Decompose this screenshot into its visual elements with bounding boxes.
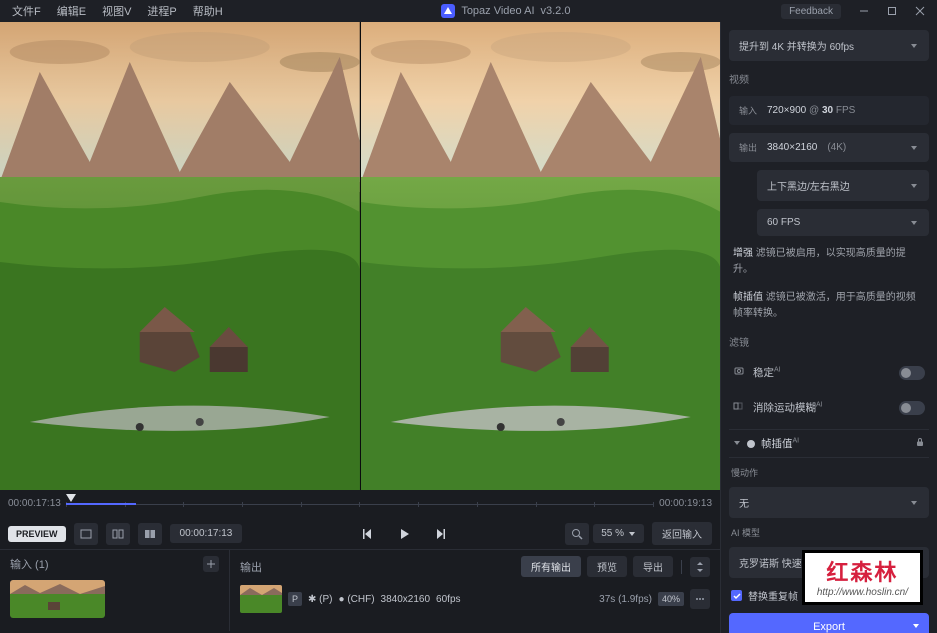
app-logo xyxy=(441,4,455,18)
stabilize-toggle[interactable] xyxy=(899,366,925,380)
maximize-button[interactable] xyxy=(879,1,905,21)
input-info-row: 输入 720×900 @ 30 FPS xyxy=(729,96,929,125)
export-button[interactable]: Export xyxy=(729,613,929,633)
output-badge-chf: ● (CHF) xyxy=(339,594,375,605)
zoom-value-dropdown[interactable]: 55 % xyxy=(593,524,644,543)
preview-mode-button[interactable]: PREVIEW xyxy=(8,526,66,542)
zoom-icon[interactable] xyxy=(565,523,589,545)
output-resolution-dropdown[interactable]: 输出3840×2160(4K) xyxy=(729,133,929,162)
deblur-toggle[interactable] xyxy=(899,401,925,415)
preview-left[interactable] xyxy=(0,22,360,490)
deblur-icon xyxy=(733,400,747,415)
app-version: v3.2.0 xyxy=(541,5,571,17)
output-tab-preview[interactable]: 预览 xyxy=(587,556,627,577)
view-side-button[interactable] xyxy=(138,523,162,545)
return-input-button[interactable]: 返回输入 xyxy=(652,522,712,545)
menu-help[interactable]: 帮助H xyxy=(185,1,231,21)
input-panel-title: 输入 (1) xyxy=(10,556,49,572)
menu-file[interactable]: 文件F xyxy=(4,1,49,21)
preview-right[interactable] xyxy=(361,22,721,490)
input-thumbnail[interactable] xyxy=(10,580,105,618)
lock-icon xyxy=(915,437,925,450)
model-label: AI 模型 xyxy=(729,526,929,539)
output-row-menu[interactable] xyxy=(690,589,710,609)
app-name: Topaz Video AI xyxy=(461,5,534,17)
deblur-label: 消除运动模糊AI xyxy=(753,400,893,415)
section-filter-label: 滤镜 xyxy=(729,332,929,351)
play-button[interactable] xyxy=(393,523,415,545)
playhead[interactable] xyxy=(66,494,76,507)
stabilize-label: 稳定AI xyxy=(753,365,893,380)
add-input-button[interactable] xyxy=(203,556,219,572)
output-duration: 37s (1.9fps) xyxy=(599,594,652,605)
timeline-start-time: 00:00:17:13 xyxy=(8,498,61,509)
view-single-button[interactable] xyxy=(74,523,98,545)
feedback-button[interactable]: Feedback xyxy=(781,4,841,19)
view-split-button[interactable] xyxy=(106,523,130,545)
preset-dropdown[interactable]: 提升到 4K 并转换为 60fps xyxy=(729,30,929,61)
output-badge-p: P xyxy=(288,592,302,606)
output-resolution: 3840x2160 xyxy=(381,594,431,605)
replace-frames-checkbox[interactable] xyxy=(731,590,742,601)
replace-frames-label: 替换重复帧 xyxy=(748,588,798,603)
slowmo-dropdown[interactable]: 无 xyxy=(729,487,929,518)
output-tab-all[interactable]: 所有输出 xyxy=(521,556,581,577)
watermark: 红森林 http://www.hoslin.cn/ xyxy=(802,550,923,605)
timeline-end-time: 00:00:19:13 xyxy=(659,498,712,509)
slowmo-label: 慢动作 xyxy=(729,466,929,479)
output-row[interactable]: P ✱ (P) ● (CHF) 3840x2160 60fps 37s (1.9… xyxy=(240,585,710,613)
timeline[interactable]: 00:00:17:13 00:00:19:13 xyxy=(0,490,720,518)
output-tab-export[interactable]: 导出 xyxy=(633,556,673,577)
output-panel-title: 输出 xyxy=(240,559,262,575)
close-button[interactable] xyxy=(907,1,933,21)
prev-frame-button[interactable] xyxy=(357,523,379,545)
output-fps: 60fps xyxy=(436,594,460,605)
output-percent: 40% xyxy=(658,592,684,606)
output-badge-ast: ✱ (P) xyxy=(308,594,333,605)
minimize-button[interactable] xyxy=(851,1,877,21)
interpolation-accordion[interactable]: 帧插值AI xyxy=(729,429,929,458)
status-enhance: 增强 滤镜已被启用，以实现高质量的提升。 xyxy=(729,244,929,280)
status-interpolation: 帧插值 滤镜已被激活，用于高质量的视频帧率转换。 xyxy=(729,288,929,324)
crop-mode-dropdown[interactable]: 上下黑边/左右黑边 xyxy=(757,170,929,201)
stabilize-icon xyxy=(733,365,747,380)
output-sort-button[interactable] xyxy=(690,557,710,577)
menu-process[interactable]: 进程P xyxy=(139,1,184,21)
section-video-label: 视频 xyxy=(729,69,929,88)
menu-edit[interactable]: 编辑E xyxy=(49,1,94,21)
menu-view[interactable]: 视图V xyxy=(94,1,139,21)
fps-dropdown[interactable]: 60 FPS xyxy=(757,209,929,236)
time-display: 00:00:17:13 xyxy=(170,524,243,543)
next-frame-button[interactable] xyxy=(429,523,451,545)
